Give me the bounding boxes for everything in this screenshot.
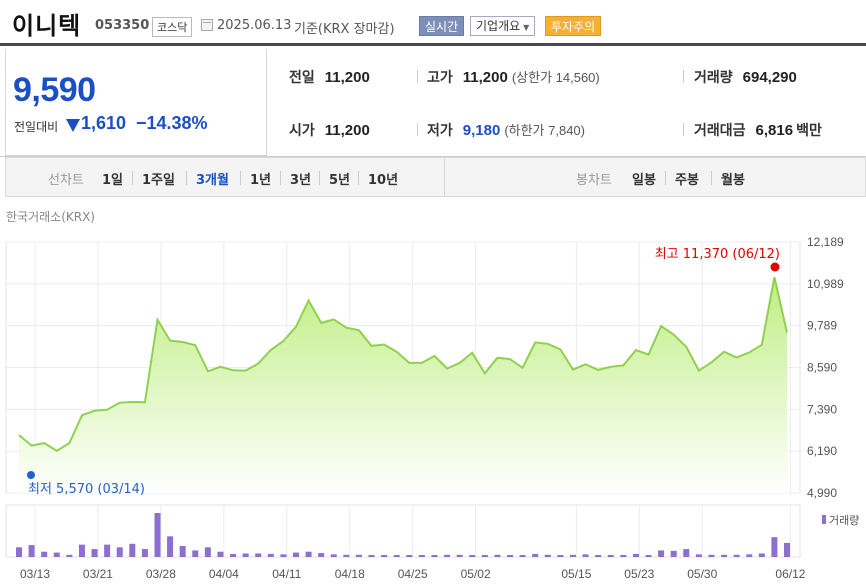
- x-tick-label: 04/25: [398, 567, 428, 581]
- y-tick-label: 12,189: [807, 235, 844, 249]
- volume-bar: [481, 555, 488, 557]
- volume-bar: [645, 555, 652, 557]
- volume-bar: [544, 554, 551, 557]
- volume-bar: [267, 553, 274, 557]
- volume-bar: [355, 554, 362, 557]
- volume-bar: [104, 544, 111, 557]
- volume-bar: [733, 554, 740, 557]
- x-tick-label: 04/11: [272, 567, 301, 581]
- volume-legend-label: 거래량: [829, 514, 859, 527]
- volume-bar: [532, 553, 539, 557]
- y-tick-label: 8,590: [807, 361, 837, 375]
- volume-bar: [746, 554, 753, 557]
- max-marker: [770, 262, 780, 272]
- volume-bar: [53, 552, 60, 557]
- volume-bar: [91, 549, 98, 557]
- volume-bar: [595, 555, 602, 557]
- volume-bar: [16, 547, 22, 557]
- y-tick-label: 10,989: [807, 277, 844, 291]
- volume-bar: [670, 550, 677, 557]
- volume-bar: [280, 554, 287, 557]
- volume-bar: [708, 554, 715, 557]
- volume-bar: [557, 555, 564, 557]
- volume-bar: [167, 536, 174, 557]
- volume-bar: [318, 553, 325, 557]
- min-label: 최저 5,570 (03/14): [28, 482, 145, 497]
- x-tick-label: 05/15: [561, 567, 591, 581]
- volume-bar: [393, 555, 400, 557]
- volume-bar: [141, 549, 148, 557]
- volume-bar: [620, 555, 627, 557]
- x-tick-label: 05/02: [461, 567, 491, 581]
- volume-bar: [230, 553, 237, 557]
- volume-bar: [28, 545, 35, 557]
- volume-bar: [758, 553, 765, 557]
- volume-bar: [381, 555, 388, 557]
- volume-bar: [721, 554, 728, 557]
- volume-bar: [66, 554, 73, 557]
- x-tick-label: 04/18: [335, 567, 365, 581]
- volume-bar: [469, 555, 476, 557]
- volume-bar: [406, 555, 413, 557]
- volume-legend-swatch: [822, 515, 826, 524]
- volume-bar: [784, 542, 790, 557]
- y-tick-label: 4,990: [807, 486, 837, 500]
- volume-bar: [431, 555, 438, 557]
- volume-bar: [129, 543, 136, 557]
- volume-bar: [607, 555, 614, 557]
- x-tick-label: 05/30: [687, 567, 717, 581]
- volume-bar: [217, 551, 224, 557]
- volume-bar: [569, 554, 576, 557]
- volume-bar: [192, 550, 199, 557]
- max-label: 최고 11,370 (06/12): [655, 247, 780, 262]
- volume-bar: [519, 555, 526, 557]
- volume-bar: [494, 554, 501, 557]
- volume-bar: [78, 544, 85, 557]
- volume-bar: [695, 554, 702, 557]
- y-tick-label: 6,190: [807, 444, 837, 458]
- volume-bar: [305, 551, 312, 557]
- y-tick-label: 9,789: [807, 319, 837, 333]
- x-tick-label: 06/12: [775, 567, 805, 581]
- x-tick-label: 03/13: [20, 567, 50, 581]
- x-tick-label: 05/23: [624, 567, 654, 581]
- volume-bar: [343, 554, 350, 557]
- min-marker: [27, 471, 35, 479]
- volume-bar: [154, 513, 161, 557]
- x-tick-label: 03/21: [83, 567, 113, 581]
- volume-bar: [179, 546, 186, 557]
- volume-bar: [116, 547, 123, 557]
- volume-bar: [368, 555, 375, 557]
- volume-bar: [456, 554, 463, 557]
- volume-bar: [771, 537, 778, 557]
- volume-bar: [292, 552, 299, 557]
- volume-frame: [5, 504, 801, 558]
- volume-bar: [658, 550, 665, 557]
- volume-bar: [683, 549, 690, 557]
- volume-bar: [242, 553, 249, 557]
- volume-bar: [444, 554, 451, 557]
- y-tick-label: 7,390: [807, 402, 837, 416]
- volume-bar: [632, 553, 639, 557]
- x-tick-label: 03/28: [146, 567, 176, 581]
- x-tick-label: 04/04: [209, 567, 239, 581]
- volume-bar: [418, 555, 425, 557]
- volume-bar: [255, 553, 262, 557]
- price-chart: 12,189 10,989 9,789 8,590 7,390 6,190 4,990 03/…: [5, 235, 859, 581]
- volume-bar: [41, 551, 48, 557]
- volume-bar: [507, 555, 514, 557]
- volume-bar: [204, 547, 211, 557]
- volume-bar: [330, 554, 337, 557]
- volume-bar: [582, 554, 589, 557]
